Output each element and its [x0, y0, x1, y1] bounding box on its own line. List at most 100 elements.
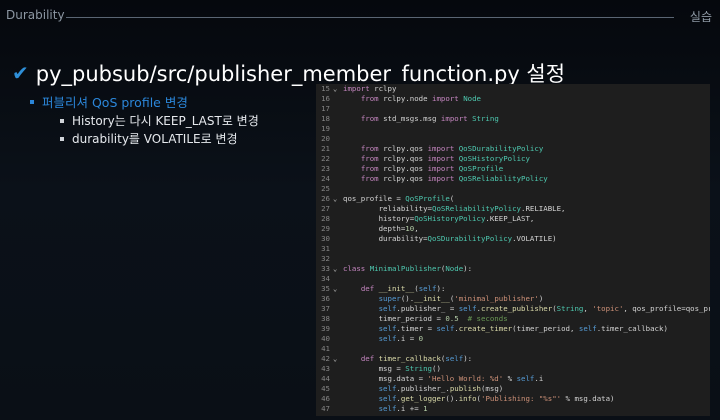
- code-text: import rclpy: [343, 84, 397, 93]
- code-line: 40 self.i = 0: [316, 334, 710, 344]
- code-line: 21 from rclpy.qos import QoSDurabilityPo…: [316, 144, 710, 154]
- fold-chevron-icon[interactable]: ⌄: [333, 284, 341, 294]
- line-number: 28: [321, 214, 330, 223]
- line-number: 23: [321, 164, 330, 173]
- header-divider: [66, 17, 674, 18]
- code-line: 19: [316, 124, 710, 134]
- code-text: qos_profile = QoSProfile(: [343, 194, 455, 203]
- code-text: reliability=QoSReliabilityPolicy.RELIABL…: [343, 204, 566, 213]
- code-line: 18 from std_msgs.msg import String: [316, 114, 710, 124]
- fold-chevron-icon[interactable]: ⌄: [333, 84, 341, 94]
- code-text: depth=10,: [343, 224, 419, 233]
- code-line: 16 from rclpy.node import Node: [316, 94, 710, 104]
- square-bullet-icon: [30, 99, 34, 104]
- fold-chevron-icon[interactable]: ⌄: [333, 264, 341, 274]
- line-number: 30: [321, 234, 330, 243]
- code-line: 30 durability=QoSDurabilityPolicy.VOLATI…: [316, 234, 710, 244]
- line-number: 34: [321, 274, 330, 283]
- code-text: history=QoSHistoryPolicy.KEEP_LAST,: [343, 214, 535, 223]
- line-number: 26: [321, 194, 330, 203]
- code-text: self.get_logger().info('Publishing: "%s"…: [378, 394, 615, 403]
- code-line: 29 depth=10,: [316, 224, 710, 234]
- line-number: 36: [321, 294, 330, 303]
- code-line: 35 ⌄ def __init__(self):: [316, 284, 710, 294]
- fold-chevron-icon[interactable]: ⌄: [333, 194, 341, 204]
- bullet-level2: History는 다시 KEEP_LAST로 변경: [60, 112, 259, 129]
- code-text: class MinimalPublisher(Node):: [343, 264, 473, 273]
- line-number: 41: [321, 344, 330, 353]
- code-line: 39 self.timer = self.create_timer(timer_…: [316, 324, 710, 334]
- line-number: 45: [321, 384, 330, 393]
- code-text: self.timer = self.create_timer(timer_per…: [378, 324, 668, 333]
- line-number: 40: [321, 334, 330, 343]
- code-text: from rclpy.qos import QoSDurabilityPolic…: [360, 144, 544, 153]
- code-text: def timer_callback(self):: [360, 354, 473, 363]
- code-line: 36 super().__init__('minimal_publisher'): [316, 294, 710, 304]
- line-number: 33: [321, 264, 330, 273]
- code-text: from rclpy.qos import QoSProfile: [360, 164, 504, 173]
- code-text: msg.data = 'Hello World: %d' % self.i: [343, 374, 544, 383]
- line-number: 17: [321, 104, 330, 113]
- line-number: 29: [321, 224, 330, 233]
- code-line: 47 self.i += 1: [316, 404, 710, 414]
- line-number: 46: [321, 394, 330, 403]
- code-text: def __init__(self):: [360, 284, 446, 293]
- code-line: 26 ⌄ qos_profile = QoSProfile(: [316, 194, 710, 204]
- code-line: 42 ⌄ def timer_callback(self):: [316, 354, 710, 364]
- bullet-level2: durability를 VOLATILE로 변경: [60, 130, 238, 147]
- bullet-level1: 퍼블리셔 QoS profile 변경: [30, 92, 188, 111]
- code-text: from rclpy.node import Node: [360, 94, 481, 103]
- code-line: 15 ⌄ import rclpy: [316, 84, 710, 94]
- section-label: Durability: [6, 8, 65, 22]
- line-number: 18: [321, 114, 330, 123]
- line-number: 38: [321, 314, 330, 323]
- line-number: 42: [321, 354, 330, 363]
- line-number: 25: [321, 184, 330, 193]
- code-line: 23 from rclpy.qos import QoSProfile: [316, 164, 710, 174]
- line-number: 24: [321, 174, 330, 183]
- code-line: 33 ⌄ class MinimalPublisher(Node):: [316, 264, 710, 274]
- code-text: timer_period = 0.5 # seconds: [343, 314, 508, 323]
- code-text: self.i += 1: [378, 404, 428, 413]
- code-text: from rclpy.qos import QoSHistoryPolicy: [360, 154, 530, 163]
- line-number: 37: [321, 304, 330, 313]
- code-text: self.publisher_ = self.create_publisher(…: [378, 304, 710, 313]
- code-line: 31: [316, 244, 710, 254]
- code-line: 41: [316, 344, 710, 354]
- slide: Durability 실습 ✔ py_pubsub/src/publisher_…: [0, 0, 720, 420]
- code-line: 25: [316, 184, 710, 194]
- code-line: 27 reliability=QoSReliabilityPolicy.RELI…: [316, 204, 710, 214]
- bullet-level2-text: History는 다시 KEEP_LAST로 변경: [72, 114, 259, 128]
- check-mark-icon: ✔: [12, 61, 29, 85]
- square-bullet-icon: [60, 136, 64, 141]
- code-text: durability=QoSDurabilityPolicy.VOLATILE): [343, 234, 557, 243]
- line-number: 20: [321, 134, 330, 143]
- code-text: from std_msgs.msg import String: [360, 114, 499, 123]
- line-number: 47: [321, 404, 330, 413]
- line-number: 44: [321, 374, 330, 383]
- code-line: 43 msg = String(): [316, 364, 710, 374]
- code-text: super().__init__('minimal_publisher'): [378, 294, 544, 303]
- code-text: self.publisher_.publish(msg): [378, 384, 504, 393]
- code-line: 44 msg.data = 'Hello World: %d' % self.i: [316, 374, 710, 384]
- bullet-level1-text: 퍼블리셔 QoS profile 변경: [42, 95, 188, 110]
- bullet-level2-text: durability를 VOLATILE로 변경: [72, 132, 238, 146]
- code-text: self.i = 0: [378, 334, 424, 343]
- code-line: 28 history=QoSHistoryPolicy.KEEP_LAST,: [316, 214, 710, 224]
- line-number: 39: [321, 324, 330, 333]
- line-number: 32: [321, 254, 330, 263]
- code-line: 22 from rclpy.qos import QoSHistoryPolic…: [316, 154, 710, 164]
- code-line: 46 self.get_logger().info('Publishing: "…: [316, 394, 710, 404]
- code-editor: 15 ⌄ import rclpy 16 from rclpy.node import…: [316, 84, 710, 416]
- line-number: 43: [321, 364, 330, 373]
- code-line: 38 timer_period = 0.5 # seconds: [316, 314, 710, 324]
- code-line: 20: [316, 134, 710, 144]
- fold-chevron-icon[interactable]: ⌄: [333, 354, 341, 364]
- code-line: 32: [316, 254, 710, 264]
- code-line: 45 self.publisher_.publish(msg): [316, 384, 710, 394]
- code-text: from rclpy.qos import QoSReliabilityPoli…: [360, 174, 548, 183]
- code-text: msg = String(): [343, 364, 441, 373]
- code-line: 24 from rclpy.qos import QoSReliabilityP…: [316, 174, 710, 184]
- line-number: 27: [321, 204, 330, 213]
- page-label: 실습: [689, 10, 712, 24]
